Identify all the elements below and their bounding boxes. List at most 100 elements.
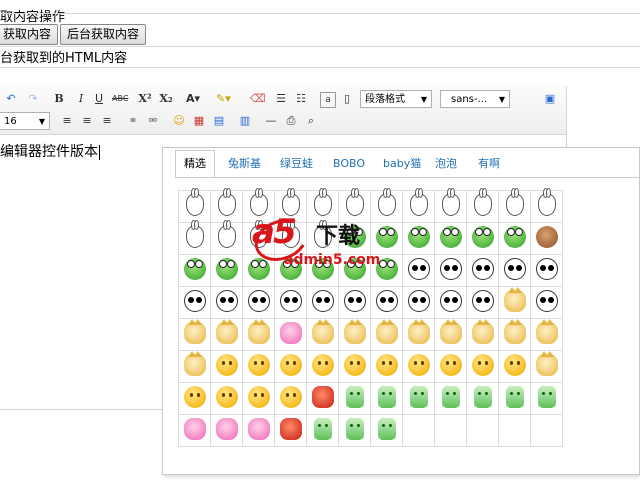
emotion-cell[interactable] [178,318,211,351]
emotion-cell[interactable] [242,382,275,415]
emotion-cell[interactable] [338,318,371,351]
link-icon[interactable]: ⚭ [126,114,140,128]
emotion-cell[interactable] [530,254,563,287]
emotion-cell[interactable] [178,254,211,287]
emotion-cell[interactable] [370,414,403,447]
image-icon[interactable]: ▦ [192,114,206,128]
emotion-cell[interactable] [402,382,435,415]
emotion-cell[interactable] [338,382,371,415]
page-icon[interactable]: ▯ [340,92,354,106]
fullscreen-icon[interactable]: ▣ [543,92,557,106]
bg-get-content-button[interactable]: 后台获取内容 [60,24,147,45]
emotion-cell[interactable] [402,350,435,383]
emotion-cell[interactable] [210,382,243,415]
align-center-icon[interactable]: ≡ [80,114,94,128]
tab-bobo[interactable]: BOBO [333,150,365,178]
tab-tusiji[interactable]: 兔斯基 [228,150,261,178]
emotion-cell[interactable] [498,382,531,415]
emotion-cell[interactable] [274,286,307,319]
emotion-cell[interactable] [242,414,275,447]
ordered-list-icon[interactable]: ☰ [274,92,288,106]
video-icon[interactable]: ▤ [212,114,226,128]
emotion-icon[interactable]: ☺ [172,114,186,128]
emotion-cell[interactable] [498,350,531,383]
undo-icon[interactable]: ↶ [4,92,18,106]
emotion-cell[interactable] [530,382,563,415]
tab-jingxuan[interactable]: 精选 [175,150,215,178]
emotion-cell[interactable] [530,286,563,319]
emotion-cell[interactable] [274,350,307,383]
align-right-icon[interactable]: ≡ [100,114,114,128]
emotion-cell[interactable] [338,414,371,447]
emotion-cell[interactable] [178,350,211,383]
emotion-cell[interactable] [466,286,499,319]
emotion-cell[interactable] [402,188,435,223]
emotion-cell[interactable] [402,286,435,319]
emotion-cell[interactable] [210,286,243,319]
emotion-cell[interactable] [178,286,211,319]
emotion-cell[interactable] [178,414,211,447]
emotion-cell[interactable] [178,382,211,415]
highlight-color-icon[interactable]: ✎▾ [216,92,231,106]
get-content-button[interactable]: 获取内容 [0,24,59,45]
emotion-cell[interactable] [242,286,275,319]
tab-baby-cat[interactable]: baby猫 [383,150,421,178]
emotion-cell[interactable] [210,414,243,447]
font-size-select[interactable]: 16 ▼ [0,112,50,130]
emotion-cell[interactable] [306,414,339,447]
strikethrough-icon[interactable]: ABC [112,92,128,106]
emotion-cell[interactable] [402,318,435,351]
font-color-icon[interactable]: A▾ [186,92,200,106]
emotion-cell[interactable] [498,188,531,223]
underline-icon[interactable]: U [92,92,106,106]
emotion-cell[interactable] [274,318,307,351]
emotion-cell[interactable] [466,350,499,383]
horizontal-rule-icon[interactable]: — [264,114,278,128]
preview-icon[interactable]: ⌕ [304,114,318,128]
tab-youa[interactable]: 有啊 [478,150,500,178]
emotion-cell[interactable] [498,222,531,255]
emotion-cell[interactable] [466,382,499,415]
emotion-cell[interactable] [242,318,275,351]
clear-format-icon[interactable]: ⌫ [250,92,266,106]
align-left-icon[interactable]: ≡ [60,114,74,128]
emotion-cell[interactable] [306,382,339,415]
emotion-cell[interactable] [178,188,211,223]
emotion-cell[interactable] [370,350,403,383]
emotion-cell[interactable] [530,188,563,223]
bold-icon[interactable]: B [52,92,66,106]
emotion-cell[interactable] [466,318,499,351]
emotion-cell[interactable] [530,318,563,351]
emotion-cell[interactable] [210,254,243,287]
emotion-cell[interactable] [338,350,371,383]
print-icon[interactable]: ⎙ [284,114,298,128]
unordered-list-icon[interactable]: ☷ [294,92,308,106]
emotion-cell[interactable] [498,286,531,319]
emotion-cell[interactable] [210,318,243,351]
emotion-cell[interactable] [434,222,467,255]
emotion-cell[interactable] [274,382,307,415]
emotion-cell[interactable] [338,286,371,319]
tab-lvdouwa[interactable]: 绿豆蛙 [280,150,313,178]
paragraph-format-select[interactable]: 段落格式 ▼ [360,90,432,108]
emotion-cell[interactable] [466,188,499,223]
emotion-cell[interactable] [210,350,243,383]
emotion-cell[interactable] [370,318,403,351]
emotion-cell[interactable] [530,350,563,383]
emotion-cell[interactable] [498,254,531,287]
unlink-icon[interactable]: ⚮ [146,114,160,128]
emotion-cell[interactable] [466,222,499,255]
emotion-cell[interactable] [210,188,243,223]
emotion-cell[interactable] [434,188,467,223]
superscript-icon[interactable]: X² [138,92,152,106]
paste-text-icon[interactable]: a [320,92,336,108]
map-icon[interactable]: ▥ [238,114,252,128]
redo-icon[interactable]: ↷ [26,92,40,106]
editor-content[interactable]: 编辑器控件版本 [0,141,100,161]
emotion-cell[interactable] [434,318,467,351]
emotion-cell[interactable] [306,350,339,383]
emotion-cell[interactable] [434,382,467,415]
emotion-cell[interactable] [402,222,435,255]
emotion-cell[interactable] [466,254,499,287]
emotion-cell[interactable] [306,318,339,351]
